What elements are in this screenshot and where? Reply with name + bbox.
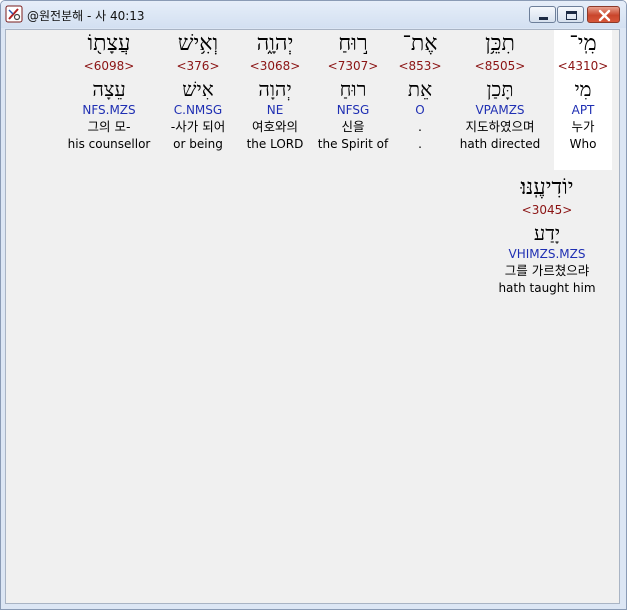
lemma: מִי [574,77,592,101]
morphology: NFS.MZS [82,103,136,117]
english-gloss: or being [173,137,223,151]
korean-gloss: -사가 되어 [170,119,226,134]
strong-number: <3045> [521,203,573,217]
lemma: עֵצָה [92,77,126,101]
korean-gloss: 누가 [571,119,595,134]
korean-gloss: 여호와의 [251,119,298,134]
strong-number: <376> [176,59,220,73]
maximize-button[interactable] [557,6,584,23]
strong-number: <6098> [83,59,135,73]
minimize-button[interactable] [529,6,556,23]
morphology: O [415,103,425,117]
app-window: @원전분해 - 사 40:13 מִֽי־ <4310> מִי APT 누가 [0,0,627,610]
strong-number: <3068> [249,59,301,73]
strong-number: <4310> [557,59,609,73]
english-gloss: the Spirit of [317,137,389,151]
word-cell[interactable]: וְאִ֥ישׁ <376> אִישׁ C.NMSG -사가 되어 or be… [158,30,238,170]
hebrew-word: אֶת־ [402,31,438,56]
hebrew-word: תִכֵּ֥ן [485,31,515,56]
korean-gloss: 지도하였으며 [465,119,535,134]
word-cell[interactable]: תִכֵּ֥ן <8505> תָּכַן VPAMZS 지도하였으며 hath… [452,30,548,170]
word-cell[interactable]: עֲצָת֖וֹ <6098> עֵצָה NFS.MZS 그의 모- his … [62,30,156,170]
word-cell[interactable]: מִֽי־ <4310> מִי APT 누가 Who [554,30,612,170]
morphology: VHIMZS.MZS [508,247,586,261]
close-button[interactable] [587,6,620,23]
close-icon [598,9,611,22]
app-icon [5,5,23,23]
word-cell[interactable]: יוֹדִיעֶֽנּוּ׃ <3045> יָדַע VHIMZS.MZS 그… [482,174,612,314]
word-cell[interactable]: יְהוָ֑ה <3068> יְהוָה NE 여호와의 the LORD [238,30,312,170]
english-gloss: his counsellor [67,137,151,151]
strong-number: <7307> [327,59,379,73]
korean-gloss: . [418,119,422,134]
english-gloss: hath taught him [498,281,596,295]
hebrew-word: עֲצָת֖וֹ [87,31,131,56]
english-gloss: the LORD [246,137,304,151]
word-cell[interactable]: ר֣וּחַ <7307> רוּחַ NFSG 신을 the Spirit o… [312,30,394,170]
morphology: VPAMZS [475,103,525,117]
hebrew-word: יוֹדִיעֶֽנּוּ׃ [520,175,574,200]
korean-gloss: 신을 [341,119,365,134]
lemma: יָדַע [533,221,561,245]
lemma: אֵת [407,77,433,101]
english-gloss: hath directed [459,137,541,151]
hebrew-word: וְאִ֥ישׁ [177,31,219,56]
english-gloss: Who [569,137,597,151]
minimize-icon [539,17,548,20]
interlinear-panel[interactable]: מִֽי־ <4310> מִי APT 누가 Who תִכֵּ֥ן <850… [5,29,620,604]
hebrew-word: ר֣וּחַ [338,31,368,56]
morphology: C.NMSG [173,103,223,117]
english-gloss: . [418,137,422,151]
title-bar[interactable]: @원전분해 - 사 40:13 [1,1,626,28]
maximize-icon [566,11,577,20]
morphology: NE [266,103,284,117]
lemma: תָּכַן [486,77,514,101]
lemma: אִישׁ [182,77,214,101]
lemma: רוּחַ [339,77,367,101]
strong-number: <8505> [474,59,526,73]
morphology: APT [571,103,595,117]
morphology: NFSG [336,103,370,117]
korean-gloss: 그의 모- [87,119,131,134]
korean-gloss: 그를 가르쳤으랴 [504,263,590,278]
lemma: יְהוָה [258,77,292,101]
hebrew-word: מִֽי־ [569,31,597,56]
strong-number: <853> [398,59,442,73]
hebrew-word: יְהוָ֑ה [256,31,294,56]
word-cell[interactable]: אֶת־ <853> אֵת O . . [392,30,448,170]
window-title: @원전분해 - 사 40:13 [27,9,145,23]
